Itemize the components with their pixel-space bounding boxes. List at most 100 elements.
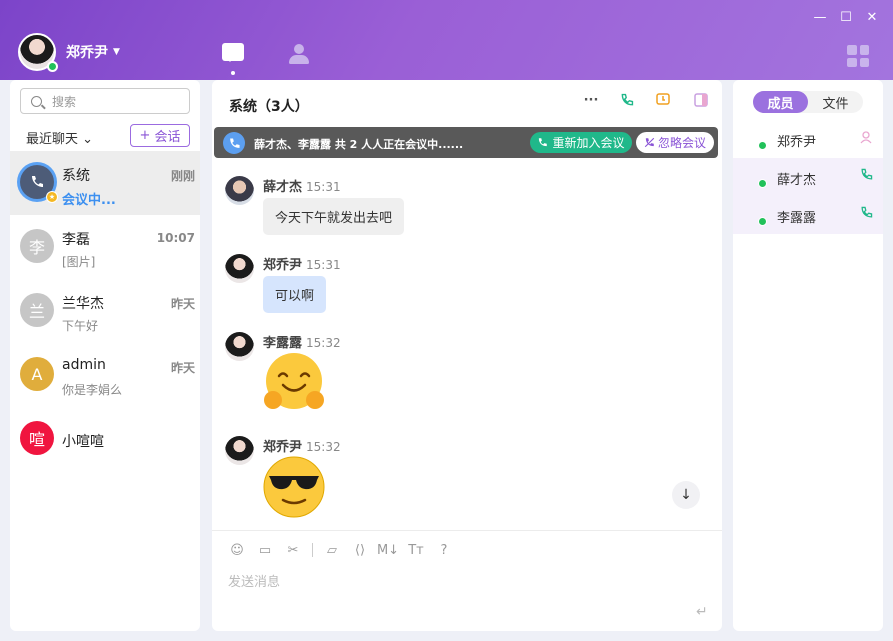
conversation-sidebar: 搜索 最近聊天 ⌄ + 会话 ★ 系统 会议中... 刚刚 李 李磊 [图片] … (10, 80, 200, 631)
sender-avatar[interactable] (225, 254, 254, 283)
markdown-icon[interactable]: M↓ (377, 542, 399, 558)
sender-name: 薛才杰 (263, 180, 303, 195)
composer-toolbar: ☺ ▭ ✂ ▱ ⟨⟩ M↓ Tт ? (228, 542, 453, 558)
sender-avatar[interactable] (225, 436, 254, 465)
message-bubble: 可以啊 (263, 276, 327, 313)
new-chat-label: 会话 (154, 130, 181, 145)
nav-chat-tab[interactable] (222, 43, 244, 75)
conversation-time: 10:07 (156, 231, 195, 245)
contact-icon (294, 44, 304, 54)
member-name: 薛才杰 (777, 173, 817, 188)
star-badge-icon: ★ (46, 191, 58, 203)
member-item[interactable]: 李露露 (733, 196, 883, 234)
plus-icon: + (139, 128, 151, 143)
ignore-meeting-button[interactable]: 忽略会议 (636, 132, 714, 153)
font-size-icon[interactable]: Tт (407, 542, 425, 558)
message-time: 15:32 (306, 440, 341, 454)
online-status-dot (758, 217, 767, 226)
member-item[interactable]: 薛才杰 (733, 158, 883, 196)
minimize-button[interactable]: — (807, 8, 833, 26)
recent-chats-dropdown[interactable]: 最近聊天 ⌄ (26, 128, 93, 147)
user-profile[interactable]: 郑乔尹 ▼ (18, 33, 120, 72)
in-call-icon (860, 168, 873, 185)
member-name: 李露露 (777, 211, 817, 226)
members-panel: 成员 文件 郑乔尹 薛才杰 李露露 (733, 80, 883, 631)
ignore-label: 忽略会议 (657, 136, 706, 150)
member-name: 郑乔尹 (777, 135, 817, 150)
sender-avatar[interactable] (225, 176, 254, 205)
send-icon[interactable]: ↵ (696, 604, 708, 620)
toolbar-separator (312, 543, 313, 557)
conversation-item-system[interactable]: ★ 系统 会议中... 刚刚 (10, 151, 200, 215)
sidebar-toggle-icon[interactable] (693, 92, 709, 108)
conversation-avatar: A (20, 357, 54, 391)
message-bubble: 今天下午就发出去吧 (263, 198, 405, 235)
search-input[interactable]: 搜索 (20, 88, 190, 114)
chat-panel: 系统（3人） ··· 薛才杰、李露露 共 2 人人正在会议中...... 重新加… (212, 80, 722, 631)
sender-avatar[interactable] (225, 332, 254, 361)
conversation-avatar: 李 (20, 229, 54, 263)
user-avatar[interactable] (18, 33, 58, 72)
conversation-item-admin[interactable]: A admin 你是李娟么 昨天 (10, 343, 200, 407)
user-name: 郑乔尹 (66, 45, 108, 61)
conversation-avatar: 兰 (20, 293, 54, 327)
caret-down-icon[interactable]: ▼ (113, 47, 120, 57)
maximize-button[interactable]: ☐ (833, 8, 859, 26)
active-indicator (231, 71, 235, 75)
call-icon[interactable] (619, 92, 635, 108)
conversation-item-lilei[interactable]: 李 李磊 [图片] 10:07 (10, 215, 200, 279)
rejoin-phone-icon (539, 138, 548, 147)
rejoin-label: 重新加入会议 (552, 136, 625, 150)
conversation-time: 昨天 (170, 297, 195, 311)
sender-name: 郑乔尹 (263, 258, 303, 273)
nav-contacts-tab[interactable] (289, 44, 309, 64)
apps-grid-icon[interactable] (847, 45, 869, 67)
online-status-dot (758, 179, 767, 188)
tab-files[interactable]: 文件 (808, 91, 863, 113)
conversation-preview: [图片] (62, 255, 96, 269)
sender-name: 郑乔尹 (263, 440, 303, 455)
conversation-name: admin (62, 357, 106, 373)
message-time: 15:32 (306, 336, 341, 350)
members-tabs: 成员 文件 (753, 91, 863, 113)
scroll-down-button[interactable]: ↓ (672, 481, 700, 509)
sender-name: 李露露 (263, 336, 303, 351)
folder-icon[interactable]: ▱ (323, 542, 341, 558)
window-controls: — ☐ ✕ (807, 8, 885, 26)
rejoin-meeting-button[interactable]: 重新加入会议 (530, 132, 632, 153)
message-input[interactable]: 发送消息 (228, 571, 280, 590)
image-icon[interactable]: ▭ (256, 542, 274, 558)
title-bar (0, 0, 893, 80)
search-placeholder: 搜索 (52, 94, 77, 109)
new-chat-button[interactable]: + 会话 (130, 124, 190, 147)
conversation-avatar: 喧 (20, 421, 54, 455)
composer-divider (212, 530, 722, 531)
code-icon[interactable]: ⟨⟩ (351, 542, 369, 558)
hangup-icon (644, 137, 655, 148)
search-icon (31, 95, 42, 107)
meeting-banner: 薛才杰、李露露 共 2 人人正在会议中...... 重新加入会议 忽略会议 (214, 127, 718, 158)
tab-members[interactable]: 成员 (753, 91, 808, 113)
conversation-item-lanhuajie[interactable]: 兰 兰华杰 下午好 昨天 (10, 279, 200, 343)
online-status-dot (47, 61, 58, 72)
conversation-preview: 下午好 (62, 319, 99, 333)
conversation-name: 小喧喧 (62, 434, 104, 450)
conversation-preview: 你是李娟么 (62, 383, 123, 397)
conversation-time: 昨天 (170, 361, 195, 375)
message-time: 15:31 (306, 258, 341, 272)
help-icon[interactable]: ? (435, 542, 453, 558)
chat-title: 系统（3人） (229, 99, 309, 115)
meeting-banner-text: 薛才杰、李露露 共 2 人人正在会议中...... (254, 138, 464, 151)
screenshot-icon[interactable]: ✂ (284, 542, 302, 558)
sunglasses-face-emoji-icon (263, 456, 325, 518)
more-icon[interactable]: ··· (583, 92, 599, 108)
member-item[interactable]: 郑乔尹 (733, 120, 883, 158)
conversation-item-xiaoxuanxuan[interactable]: 喧 小喧喧 (10, 407, 200, 471)
close-button[interactable]: ✕ (859, 8, 885, 26)
emoji-icon[interactable]: ☺ (228, 542, 246, 558)
conversation-name: 李磊 (62, 232, 90, 248)
conversation-name: 系统 (62, 168, 90, 184)
chat-bubble-icon (222, 43, 244, 62)
owner-icon (859, 130, 873, 148)
history-icon[interactable] (655, 92, 671, 108)
